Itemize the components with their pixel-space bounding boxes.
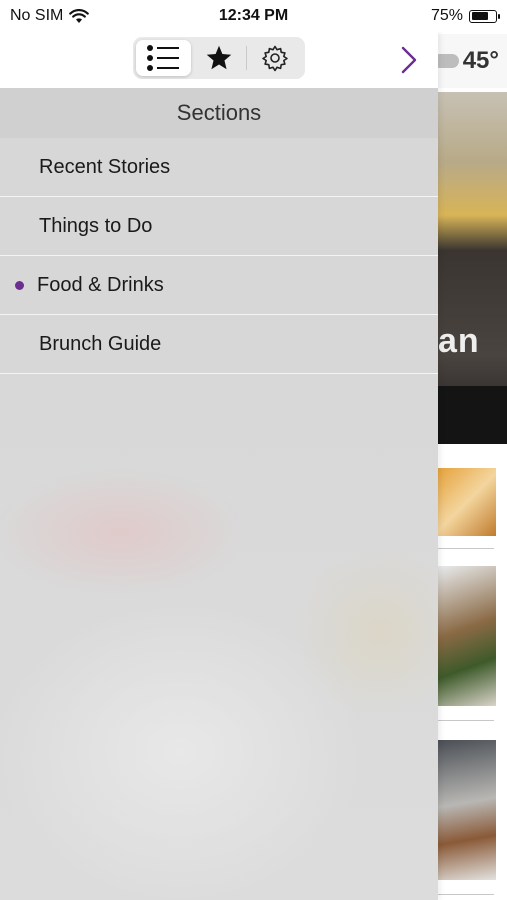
section-item-label: Brunch Guide — [39, 332, 162, 355]
section-item-things-to-do[interactable]: Things to Do — [0, 197, 438, 256]
list-divider — [438, 720, 494, 721]
tab-favorites[interactable] — [192, 40, 247, 76]
sections-list: Recent Stories Things to Do Food & Drink… — [0, 138, 438, 374]
chevron-right-icon — [401, 46, 417, 74]
drawer-toolbar — [0, 32, 438, 89]
section-item-brunch-guide[interactable]: Brunch Guide — [0, 315, 438, 374]
list-icon — [147, 45, 180, 71]
list-divider — [438, 894, 494, 895]
active-indicator-dot — [15, 281, 24, 290]
section-item-label: Things to Do — [39, 214, 153, 237]
drawer-tab-switcher — [133, 37, 305, 79]
tab-settings[interactable] — [247, 40, 302, 76]
hero-caption-bar — [438, 386, 507, 444]
section-item-label: Recent Stories — [39, 155, 171, 178]
navigation-drawer: Sections Recent Stories Things to Do Foo… — [0, 32, 438, 900]
story-thumbnail[interactable] — [438, 566, 496, 706]
section-item-recent-stories[interactable]: Recent Stories — [0, 138, 438, 197]
battery-icon — [469, 9, 500, 23]
status-bar: No SIM 12:34 PM 75% — [0, 0, 507, 32]
weather-temperature: 45° — [462, 47, 499, 74]
close-drawer-button[interactable] — [394, 42, 424, 78]
list-divider — [438, 548, 494, 549]
weather-widget[interactable]: 45° — [432, 44, 499, 78]
story-thumbnail[interactable] — [438, 740, 496, 880]
section-item-food-drinks[interactable]: Food & Drinks — [0, 256, 438, 315]
battery-fill — [471, 12, 488, 20]
tab-sections-list[interactable] — [136, 40, 191, 76]
sections-header: Sections — [0, 88, 438, 138]
section-item-label: Food & Drinks — [37, 273, 164, 296]
battery-percent: 75% — [430, 7, 463, 24]
status-bar-right: 75% — [430, 7, 500, 25]
gear-icon — [261, 45, 288, 72]
star-icon — [206, 45, 232, 70]
story-thumbnail[interactable] — [438, 468, 496, 536]
hero-headline-fragment: an — [438, 322, 480, 360]
